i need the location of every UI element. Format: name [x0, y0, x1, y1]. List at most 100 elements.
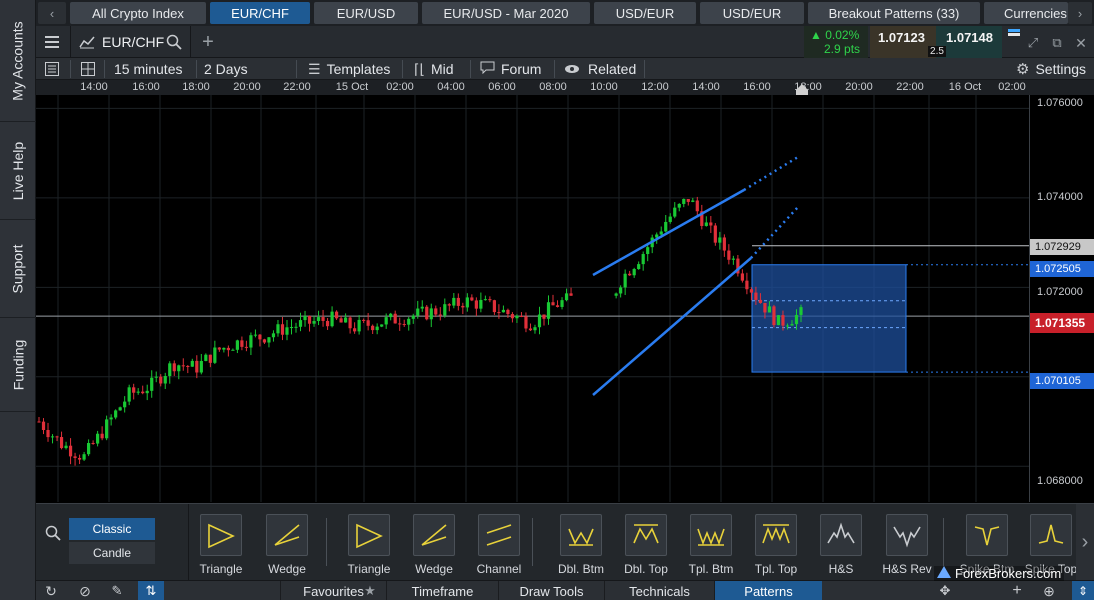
rail-live-help[interactable]: Live Help — [0, 122, 36, 220]
candle-body — [77, 457, 82, 460]
bottom-tab-draw-tools[interactable]: Draw Tools — [498, 581, 604, 600]
candle-body — [177, 365, 181, 372]
candle-body — [533, 327, 537, 331]
search-icon[interactable] — [44, 524, 62, 542]
candle-body — [339, 318, 343, 323]
forum-label: Forum — [501, 61, 542, 77]
close-icon[interactable]: ✕ — [1072, 34, 1090, 52]
add-chart-icon[interactable]: + — [198, 31, 218, 53]
candle-body — [682, 199, 686, 204]
candle-body — [546, 302, 551, 319]
pattern-item[interactable]: Triangle — [190, 514, 252, 576]
crosshair-icon[interactable]: ⊕ — [1040, 583, 1058, 599]
rail-my-accounts[interactable]: My Accounts — [0, 0, 36, 122]
tab-instrument[interactable]: Breakout Patterns (33) — [808, 2, 980, 24]
candle-body — [298, 320, 303, 327]
time-tick: 14:00 — [80, 81, 108, 93]
zoom-in-icon[interactable]: + — [1008, 582, 1026, 599]
bottom-tab-patterns[interactable]: Patterns — [714, 581, 822, 600]
tab-instrument[interactable]: USD/EUR — [700, 2, 804, 24]
pattern-item[interactable]: Dbl. Btm — [550, 514, 612, 576]
candle-body — [280, 324, 285, 335]
candle-body — [118, 407, 122, 411]
triangle-pattern-icon — [200, 514, 242, 556]
forum-button[interactable]: Forum — [480, 58, 541, 80]
pattern-label: Wedge — [415, 562, 453, 576]
search-icon[interactable] — [164, 32, 184, 52]
tab-instrument[interactable]: EUR/USD — [314, 2, 418, 24]
panel-toggle-icon[interactable] — [44, 61, 60, 77]
candle-body — [425, 306, 429, 320]
move-icon[interactable]: ✥ — [936, 583, 954, 599]
tab-instrument[interactable]: EUR/USD - Mar 2020 — [422, 2, 590, 24]
candle-body — [641, 254, 645, 265]
price-type-button[interactable]: ⌈⌊ Mid — [414, 58, 454, 80]
settings-button[interactable]: ⚙ Settings — [1016, 58, 1086, 80]
candle-body — [704, 222, 708, 226]
candle-body — [199, 360, 203, 373]
patterns-scroll-right-button[interactable]: › — [1076, 504, 1094, 581]
tabs-scroll-left-button[interactable]: ‹ — [38, 2, 66, 24]
candle-body — [186, 365, 190, 367]
templates-button[interactable]: ☰ Templates — [308, 58, 390, 80]
tab-instrument[interactable]: Currencies — [984, 2, 1068, 24]
candle-body — [528, 328, 533, 331]
scroll-marker-icon[interactable] — [796, 83, 808, 96]
collapse-icon[interactable]: ⤢ — [1024, 34, 1042, 52]
candle-body — [159, 376, 163, 384]
candle-body — [244, 346, 249, 348]
interval-selector[interactable]: 15 minutes — [114, 58, 182, 80]
tabs-scroll-right-button[interactable]: › — [1068, 2, 1092, 24]
pattern-item[interactable]: H&S Rev — [876, 514, 938, 576]
menu-icon[interactable] — [40, 32, 64, 52]
pattern-item[interactable]: Tpl. Top — [745, 514, 807, 576]
channel-pattern-icon — [478, 514, 520, 556]
pencil-icon[interactable]: ✎ — [108, 583, 126, 599]
related-button[interactable]: Related — [564, 58, 636, 80]
expand-vertical-icon[interactable]: ⇕ — [1072, 581, 1094, 600]
tab-instrument[interactable]: USD/EUR — [594, 2, 696, 24]
candle-body — [357, 319, 361, 332]
candle-body — [686, 199, 690, 202]
candle-body — [497, 312, 501, 314]
pattern-item[interactable]: Triangle — [338, 514, 400, 576]
bottom-tab-technicals[interactable]: Technicals — [604, 581, 714, 600]
layout-grid-icon[interactable] — [80, 61, 96, 77]
tab-instrument-active[interactable]: EUR/CHF — [210, 2, 310, 24]
instrument-tab-strip: ‹ All Crypto Index EUR/CHF EUR/USD EUR/U… — [36, 0, 1094, 26]
candle-type-button[interactable]: Candle — [69, 542, 155, 564]
candle-body — [204, 354, 208, 361]
bottom-tab-timeframe[interactable]: Timeframe — [386, 581, 498, 600]
pattern-item[interactable]: Channel — [468, 514, 530, 576]
target-price-label: 1.072505 — [1030, 261, 1094, 277]
rail-support[interactable]: Support — [0, 220, 36, 318]
cancel-icon[interactable]: ⊘ — [76, 583, 94, 599]
pattern-item[interactable]: H&S — [810, 514, 872, 576]
candle-body — [334, 311, 339, 319]
star-icon[interactable]: ★ — [360, 583, 380, 599]
candle-body — [105, 419, 109, 439]
time-tick: 08:00 — [539, 81, 567, 93]
popout-icon[interactable]: ⧉ — [1048, 34, 1066, 52]
candle-body — [366, 320, 370, 326]
logo-icon — [937, 566, 951, 581]
time-tick: 15 Oct — [335, 81, 369, 93]
refresh-icon[interactable]: ↻ — [42, 583, 60, 599]
sell-price-button[interactable]: 1.07123 — [870, 26, 936, 58]
candle-body — [420, 306, 424, 309]
pattern-item[interactable]: Tpl. Btm — [680, 514, 742, 576]
candle-body — [718, 237, 722, 243]
classic-type-button[interactable]: Classic — [69, 518, 155, 540]
range-selector[interactable]: 2 Days — [204, 58, 248, 80]
candle-body — [312, 321, 316, 324]
gear-icon: ⚙ — [1016, 61, 1030, 78]
price-chart[interactable] — [36, 95, 1029, 502]
sort-icon[interactable]: ⇅ — [138, 581, 164, 600]
rail-funding[interactable]: Funding — [0, 318, 36, 412]
chart-canvas[interactable] — [36, 95, 1029, 502]
tab-instrument[interactable]: All Crypto Index — [70, 2, 206, 24]
pattern-item[interactable]: Wedge — [403, 514, 465, 576]
candle-body — [59, 437, 64, 449]
pattern-item[interactable]: Dbl. Top — [615, 514, 677, 576]
pattern-item[interactable]: Wedge — [256, 514, 318, 576]
